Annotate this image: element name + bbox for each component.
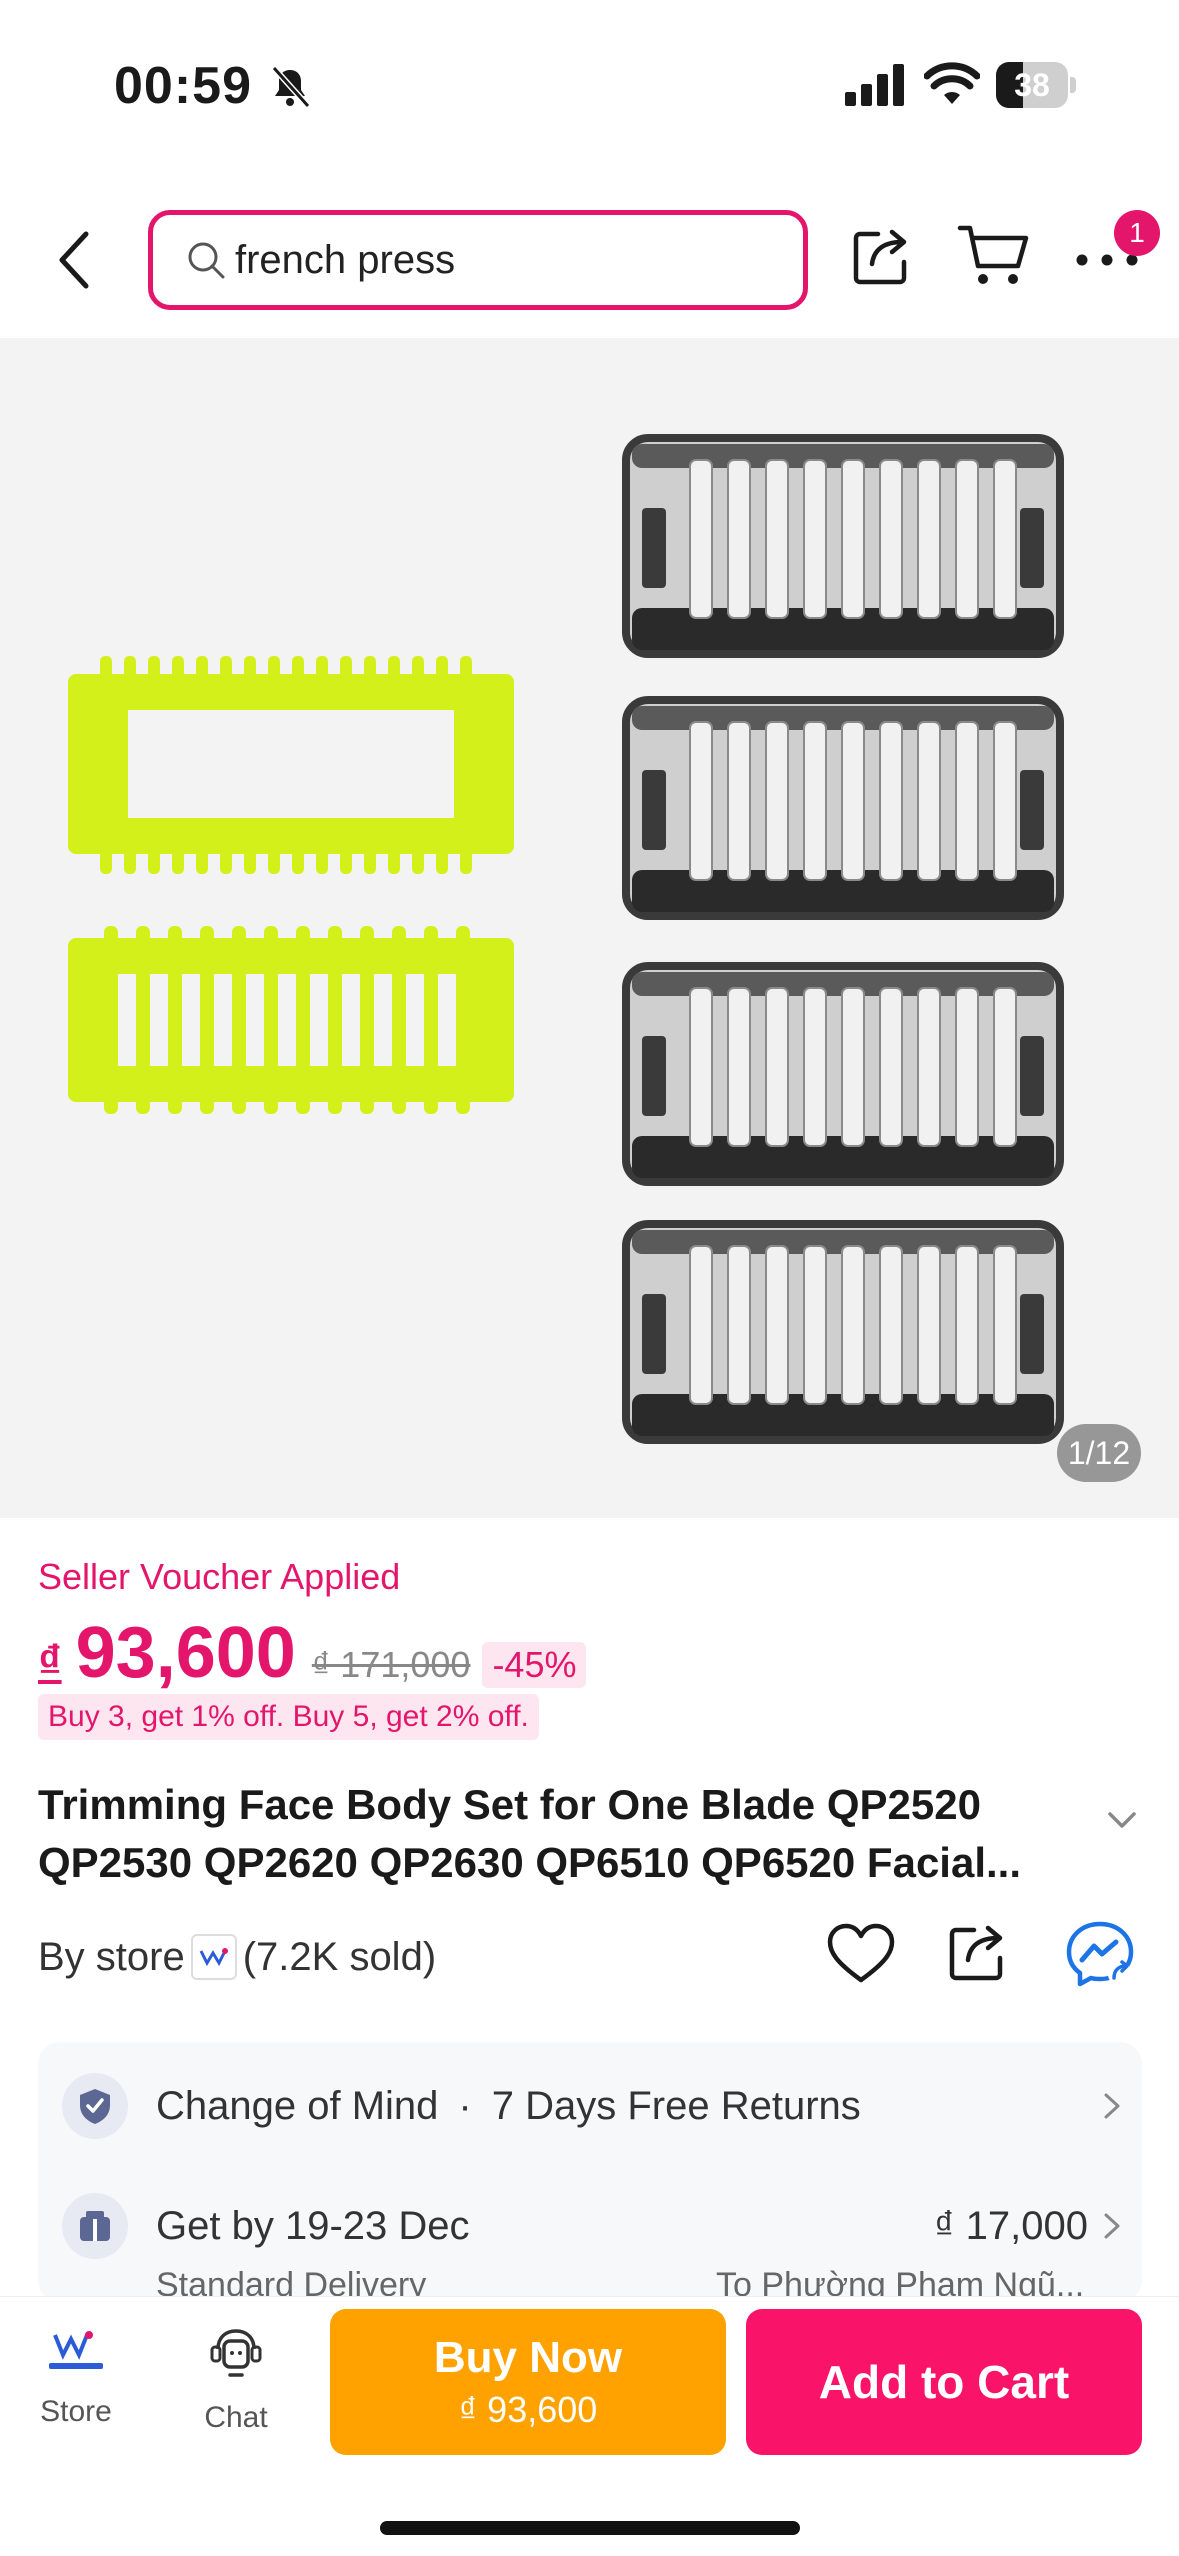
product-title: Trimming Face Body Set for One Blade QP2… xyxy=(38,1781,1022,1886)
chevron-left-icon xyxy=(59,231,89,289)
delivery-title: Get by 19-23 Dec xyxy=(156,2203,470,2248)
search-icon xyxy=(188,242,225,279)
store-row[interactable]: By store (7.2K sold) xyxy=(38,1925,436,1989)
buy-now-price: ₫ 93,600 xyxy=(458,2389,598,2430)
chat-tab[interactable]: Chat xyxy=(184,2325,288,2455)
notification-badge: 1 xyxy=(1114,210,1160,256)
search-query: french press xyxy=(235,237,456,282)
product-image-gallery[interactable]: 1/12 xyxy=(0,338,1179,1518)
cellular-signal-icon xyxy=(845,64,904,106)
product-image xyxy=(68,434,1064,1444)
discount-badge: -45% xyxy=(482,1642,587,1688)
shield-check-icon xyxy=(62,2073,128,2139)
lime-comb-open xyxy=(68,674,514,854)
current-price: 93,600 xyxy=(75,1613,296,1693)
store-logo-icon xyxy=(49,2331,103,2369)
search-input[interactable]: french press xyxy=(148,210,808,310)
chevron-right-icon xyxy=(1104,2213,1120,2239)
status-time: 00:59 xyxy=(114,57,252,115)
cart-icon[interactable] xyxy=(956,222,1032,288)
seller-voucher-label: Seller Voucher Applied xyxy=(38,1556,401,1597)
lime-comb-bars xyxy=(68,938,514,1102)
status-bar: 00:59 38 xyxy=(0,0,1179,175)
chat-agent-icon xyxy=(210,2329,262,2377)
delivery-fee: ₫ 17,000 xyxy=(934,2203,1088,2248)
service-info-card: Change of Mind · 7 Days Free Returns Get… xyxy=(38,2042,1142,2302)
delivery-box-icon xyxy=(62,2193,128,2259)
chevron-down-icon[interactable] xyxy=(1104,1808,1140,1832)
battery-percent: 38 xyxy=(1014,67,1050,103)
wifi-icon xyxy=(924,62,980,104)
share-icon[interactable] xyxy=(946,1918,1012,1984)
returns-row[interactable]: Change of Mind · 7 Days Free Returns xyxy=(62,2066,1122,2146)
store-tab[interactable]: Store xyxy=(24,2325,128,2455)
buy-now-button[interactable]: Buy Now ₫ 93,600 xyxy=(330,2309,726,2455)
top-nav: french press 1 xyxy=(0,200,1179,320)
bundle-promo-tag[interactable]: Buy 3, get 1% off. Buy 5, get 2% off. xyxy=(38,1694,539,1740)
share-icon[interactable] xyxy=(850,222,916,288)
chevron-right-icon xyxy=(1104,2093,1120,2119)
buy-now-label: Buy Now xyxy=(433,2333,623,2382)
returns-detail: 7 Days Free Returns xyxy=(491,2083,861,2128)
price-row: ₫ 93,600 ₫ 171,000 -45% xyxy=(38,1612,587,1693)
store-prefix: By store xyxy=(38,1934,185,1979)
original-price: ₫ 171,000 xyxy=(311,1644,471,1685)
delivery-row[interactable]: Get by 19-23 Dec ₫ 17,000 xyxy=(62,2186,1122,2266)
add-to-cart-button[interactable]: Add to Cart xyxy=(746,2309,1142,2455)
messenger-share-icon[interactable] xyxy=(1064,1918,1136,1990)
store-tab-label: Store xyxy=(40,2395,112,2428)
chat-tab-label: Chat xyxy=(204,2401,268,2434)
favorite-heart-icon[interactable] xyxy=(826,1922,896,1986)
muted-bell-icon xyxy=(271,65,311,109)
image-page-indicator: 1/12 xyxy=(1057,1424,1141,1482)
price-currency: ₫ xyxy=(38,1635,62,1687)
battery-icon: 38 xyxy=(996,62,1076,108)
home-indicator xyxy=(380,2521,800,2535)
store-logo xyxy=(190,1934,237,1980)
returns-title: Change of Mind xyxy=(156,2083,439,2128)
sold-count: (7.2K sold) xyxy=(242,1934,437,1979)
returns-separator: · xyxy=(458,2083,472,2128)
back-button[interactable] xyxy=(44,220,104,300)
bottom-action-bar: Store Chat Buy Now ₫ 93,600 Add to Cart xyxy=(0,2296,1179,2556)
